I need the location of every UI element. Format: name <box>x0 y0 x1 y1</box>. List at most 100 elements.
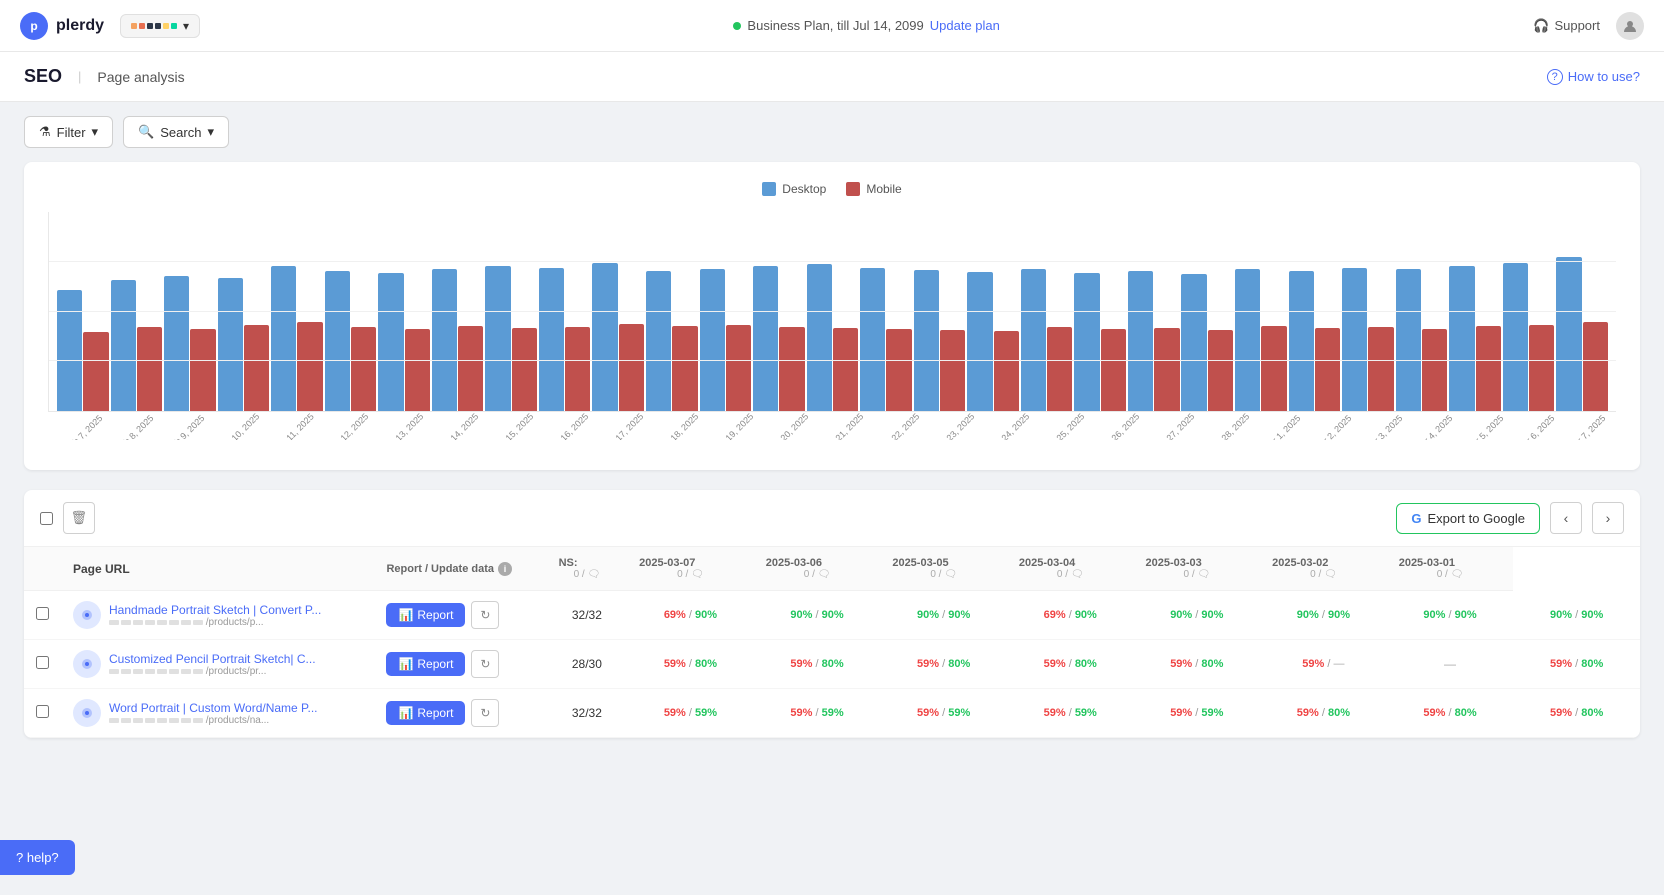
mobile-bar <box>512 328 537 411</box>
score-s1: 59% <box>1170 707 1192 719</box>
user-profile-icon[interactable] <box>1616 12 1644 40</box>
score-s2: 80% <box>1328 707 1350 719</box>
delete-button[interactable]: 🗑 <box>63 502 95 534</box>
how-to-use-text: How to use? <box>1568 69 1640 84</box>
th-date7: 2025-03-01 0 / 🗨 <box>1387 547 1514 591</box>
chart-card: Desktop Mobile Feb 7, 2025Feb 8, 2025Feb… <box>24 162 1640 470</box>
page-url-sub: /products/p... <box>109 617 321 628</box>
select-all-checkbox[interactable] <box>40 512 53 525</box>
score-pair: 69% / 90% <box>639 609 742 621</box>
page-url-link[interactable]: Handmade Portrait Sketch | Convert P... <box>109 603 321 617</box>
x-label: Feb 20, 2025 <box>766 412 811 440</box>
bar-group <box>1128 271 1180 411</box>
x-label: Feb 16, 2025 <box>546 412 591 440</box>
row-checkbox[interactable] <box>36 705 49 718</box>
score-s2: — <box>1334 658 1345 670</box>
mobile-bar <box>405 329 430 411</box>
th-checkbox <box>24 547 61 591</box>
ns-cell: 28/30 <box>547 640 628 689</box>
score-s2: 90% <box>695 609 717 621</box>
desktop-bar <box>1021 269 1046 411</box>
score-s1: 59% <box>1423 707 1445 719</box>
desktop-label: Desktop <box>782 182 826 196</box>
refresh-button[interactable]: ↻ <box>471 650 499 678</box>
score-s2: 80% <box>1075 658 1097 670</box>
mobile-bar <box>1422 329 1447 411</box>
score-pair: 90% / 90% <box>1399 609 1502 621</box>
page-url-link[interactable]: Word Portrait | Custom Word/Name P... <box>109 701 318 715</box>
bar-group <box>1235 269 1287 411</box>
score-s1: 59% <box>790 658 812 670</box>
plan-badge[interactable]: ▾ <box>120 14 200 38</box>
report-button[interactable]: 📊 Report <box>386 701 465 725</box>
score-cell-7: 59% / 80% <box>1513 640 1640 689</box>
table-row: Customized Pencil Portrait Sketch| C... … <box>24 640 1640 689</box>
x-label: Feb 28, 2025 <box>1207 412 1252 440</box>
mobile-label: Mobile <box>866 182 901 196</box>
score-cell-7: 90% / 90% <box>1513 591 1640 640</box>
bar-group <box>1503 263 1555 411</box>
how-to-use-link[interactable]: ? How to use? <box>1547 69 1640 85</box>
x-label: Feb 8, 2025 <box>114 413 156 440</box>
bar-group <box>700 269 752 411</box>
export-google-button[interactable]: G Export to Google <box>1396 503 1540 534</box>
prev-page-button[interactable]: ‹ <box>1550 502 1582 534</box>
mobile-bar <box>1368 327 1393 411</box>
bar-group <box>164 276 216 411</box>
mobile-bar <box>994 331 1019 411</box>
x-label: Mar 7, 2025 <box>1566 413 1608 440</box>
bar-group <box>57 290 109 411</box>
help-button[interactable]: ? help? <box>0 840 75 875</box>
bar-group <box>378 273 430 411</box>
x-label: Feb 12, 2025 <box>326 412 371 440</box>
refresh-button[interactable]: ↻ <box>471 601 499 629</box>
plan-info: Business Plan, till Jul 14, 2099 Update … <box>733 18 999 33</box>
dot6 <box>171 23 177 29</box>
search-button[interactable]: 🔍 Search ▾ <box>123 116 229 148</box>
score-dash: — <box>1399 657 1502 671</box>
row-checkbox[interactable] <box>36 607 49 620</box>
mobile-bar <box>1047 327 1072 411</box>
update-plan-link[interactable]: Update plan <box>930 18 1000 33</box>
headset-icon: 🎧 <box>1533 18 1549 34</box>
score-s2: 59% <box>1201 707 1223 719</box>
bar-group <box>914 270 966 411</box>
score-s2: 59% <box>822 707 844 719</box>
header-separator: | <box>78 69 81 84</box>
bar-group <box>539 268 591 411</box>
score-s1: 69% <box>664 609 686 621</box>
filter-chevron-icon: ▾ <box>92 124 99 140</box>
score-pair: 90% / 90% <box>1525 609 1628 621</box>
mobile-bar <box>940 330 965 411</box>
th-date3: 2025-03-05 0 / 🗨 <box>880 547 1007 591</box>
chart-icon: 📊 <box>398 608 413 622</box>
x-label: Feb 11, 2025 <box>271 412 315 440</box>
report-info-icon[interactable]: i <box>498 562 512 576</box>
next-page-button[interactable]: › <box>1592 502 1624 534</box>
score-cell-5: 59% / 80% <box>1260 689 1387 738</box>
th-date5: 2025-03-03 0 / 🗨 <box>1134 547 1261 591</box>
th-page-url: Page URL <box>61 547 374 591</box>
desktop-bar <box>1396 269 1421 411</box>
report-button[interactable]: 📊 Report <box>386 603 465 627</box>
score-s1: 69% <box>1044 609 1066 621</box>
score-pair: 90% / 90% <box>766 609 869 621</box>
score-cell-0: 59% / 59% <box>627 689 754 738</box>
score-s1: 90% <box>917 609 939 621</box>
filter-button[interactable]: ⚗ Filter ▾ <box>24 116 113 148</box>
mobile-bar <box>726 325 751 411</box>
logo: p plerdy <box>20 12 104 40</box>
x-label: Mar 3, 2025 <box>1363 413 1405 440</box>
score-pair: 90% / 90% <box>892 609 995 621</box>
trash-icon: 🗑 <box>71 510 88 526</box>
row-checkbox[interactable] <box>36 656 49 669</box>
page-analysis-label: Page analysis <box>97 69 184 85</box>
bar-group <box>1074 273 1126 411</box>
report-button[interactable]: 📊 Report <box>386 652 465 676</box>
refresh-button[interactable]: ↻ <box>471 699 499 727</box>
support-button[interactable]: 🎧 Support <box>1533 18 1600 34</box>
page-url-link[interactable]: Customized Pencil Portrait Sketch| C... <box>109 652 316 666</box>
x-label: Feb 25, 2025 <box>1041 412 1086 440</box>
page-url-sub: /products/na... <box>109 715 318 726</box>
chart-icon: 📊 <box>398 706 413 720</box>
